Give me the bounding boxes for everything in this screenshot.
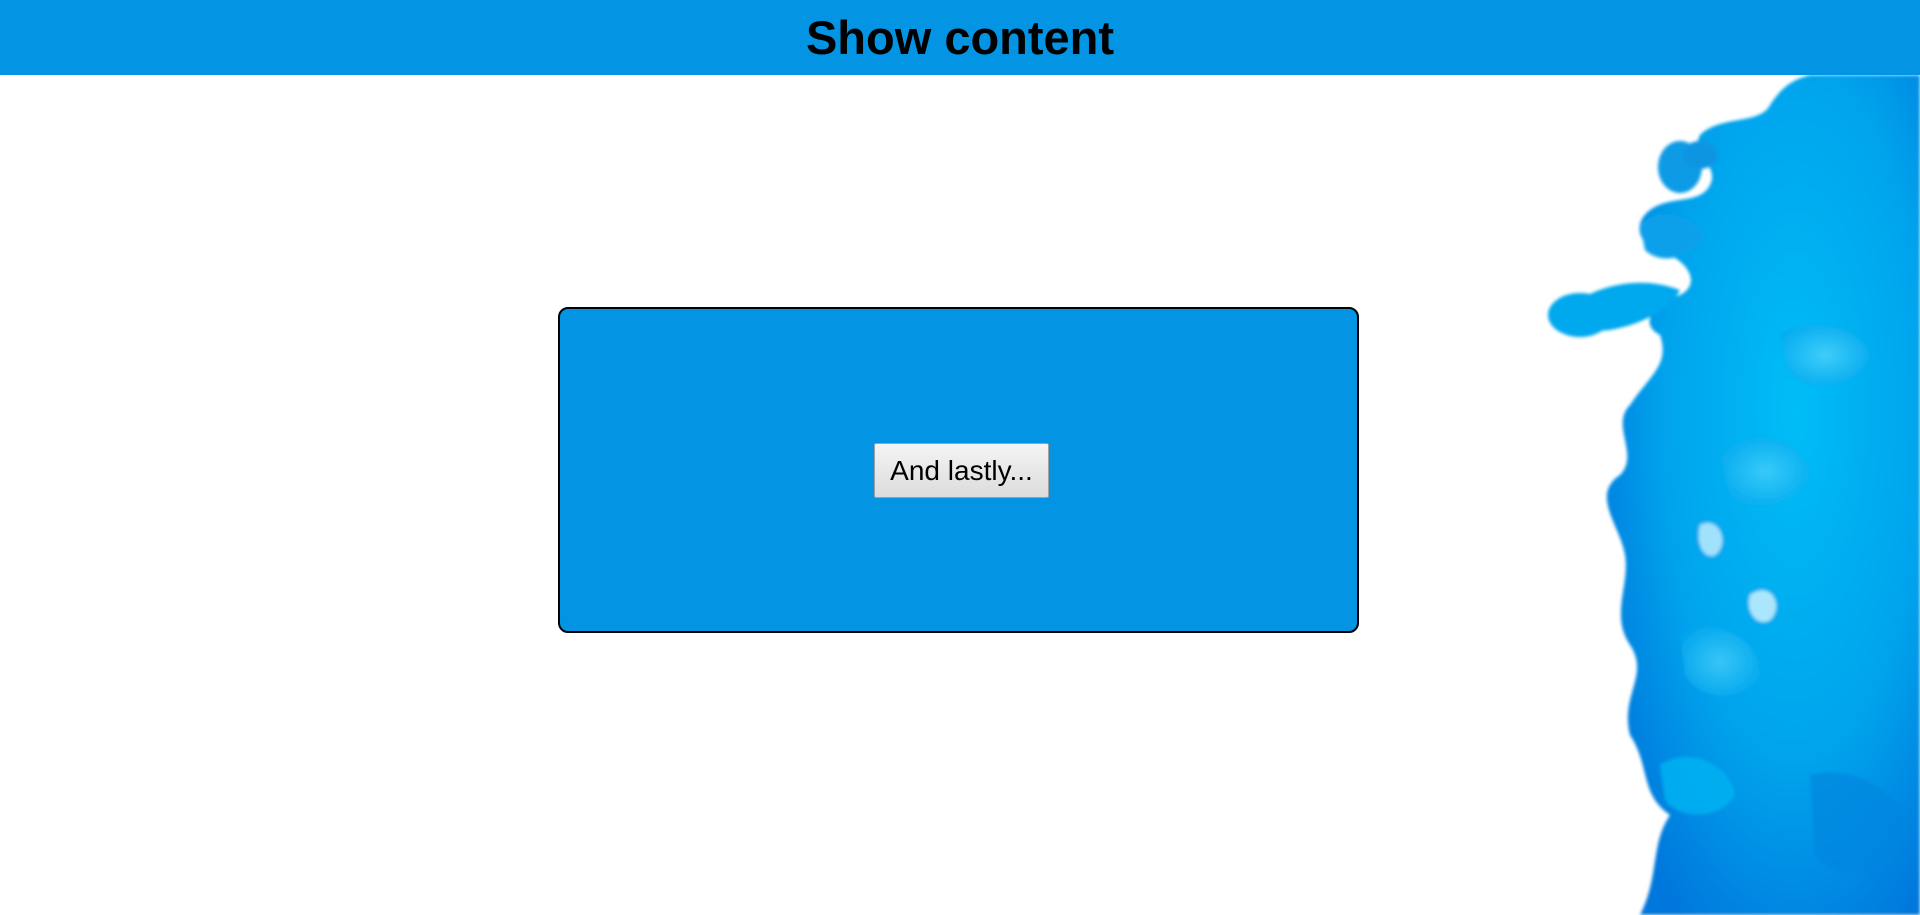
and-lastly-button[interactable]: And lastly... (874, 443, 1049, 498)
content-panel: And lastly... (558, 307, 1359, 633)
page-title: Show content (805, 11, 1115, 64)
page: Show content And lastly... (0, 0, 1920, 915)
blue-ink-cloud-image (1548, 75, 1920, 915)
header-bar: Show content (0, 0, 1920, 75)
